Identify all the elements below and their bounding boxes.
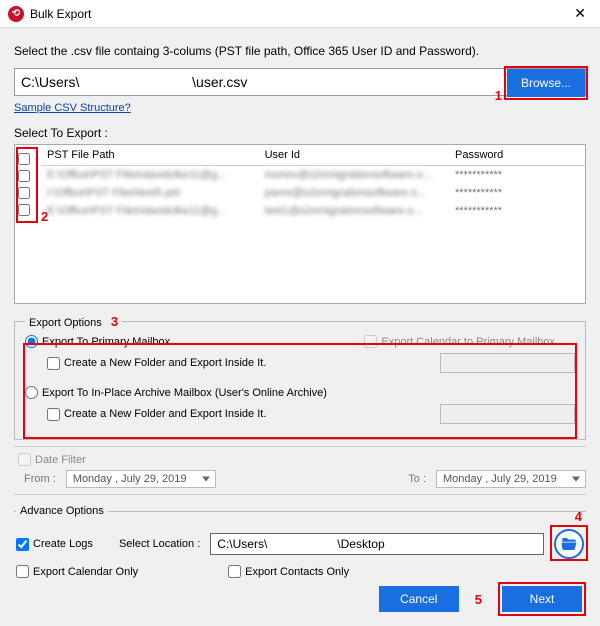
export-calendar-only-checkbox[interactable]: Export Calendar Only <box>16 565 138 578</box>
from-date-picker[interactable]: Monday , July 29, 2019 <box>66 470 216 488</box>
next-button[interactable]: Next <box>502 586 582 612</box>
cancel-button[interactable]: Cancel <box>379 586 459 612</box>
annotation-3: 3 <box>111 314 118 329</box>
select-all-checkbox[interactable] <box>18 153 30 165</box>
open-location-button[interactable] <box>554 529 584 559</box>
newfolder-primary-input[interactable] <box>440 353 575 373</box>
row-checkbox[interactable] <box>18 170 30 182</box>
col-pwd: Password <box>449 145 585 166</box>
date-filter-checkbox[interactable]: Date Filter <box>18 453 586 466</box>
title-bar: ⟲ Bulk Export ✕ <box>0 0 600 28</box>
location-input[interactable] <box>210 533 544 555</box>
folder-open-icon <box>560 535 578 553</box>
newfolder-inplace-checkbox[interactable]: Create a New Folder and Export Inside It… <box>47 408 266 421</box>
window-title: Bulk Export <box>30 7 568 21</box>
from-label: From : <box>24 473 56 485</box>
annotation-4: 4 <box>575 509 582 524</box>
export-inplace-radio[interactable]: Export To In-Place Archive Mailbox (User… <box>25 386 575 399</box>
export-table: 2 PST File Path User Id Password E:\Offi… <box>14 144 586 304</box>
row-checkbox[interactable] <box>18 204 30 216</box>
export-cal-primary-checkbox[interactable]: Export Calendar to Primary Mailbox <box>364 335 555 348</box>
to-label: To : <box>408 473 426 485</box>
table-row[interactable]: E:\Office\PST Files\davidclke11@g... tes… <box>41 202 585 220</box>
app-icon: ⟲ <box>8 6 24 22</box>
col-user: User Id <box>259 145 449 166</box>
instruction-text: Select the .csv file containg 3-colums (… <box>14 44 586 58</box>
newfolder-primary-checkbox[interactable]: Create a New Folder and Export Inside It… <box>47 357 266 370</box>
browse-button[interactable]: Browse... <box>507 69 585 97</box>
export-options-group: Export Options 3 Export To Primary Mailb… <box>14 314 586 440</box>
create-logs-checkbox[interactable]: Create Logs <box>16 538 93 551</box>
col-pst: PST File Path <box>41 145 259 166</box>
export-primary-radio[interactable]: Export To Primary Mailbox <box>25 335 170 348</box>
export-options-legend: Export Options 3 <box>25 314 122 329</box>
close-button[interactable]: ✕ <box>568 5 592 22</box>
select-location-label: Select Location : <box>119 538 200 550</box>
export-contacts-only-checkbox[interactable]: Export Contacts Only <box>228 565 349 578</box>
row-checkbox[interactable] <box>18 187 30 199</box>
newfolder-inplace-input[interactable] <box>440 404 575 424</box>
table-row[interactable]: I:\Office\PST Files\test5.pst parov@s2om… <box>41 184 585 202</box>
csv-path-input[interactable] <box>14 68 586 96</box>
advance-options-legend: Advance Options <box>16 505 108 517</box>
advance-options-group: Advance Options Create Logs Select Locat… <box>14 505 586 590</box>
table-row[interactable]: E:\Office\PST Files\davidclke11@g... mon… <box>41 166 585 185</box>
to-date-picker[interactable]: Monday , July 29, 2019 <box>436 470 586 488</box>
sample-csv-link[interactable]: Sample CSV Structure? <box>14 102 131 114</box>
select-to-export-label: Select To Export : <box>14 126 586 140</box>
annotation-5: 5 <box>475 592 482 607</box>
